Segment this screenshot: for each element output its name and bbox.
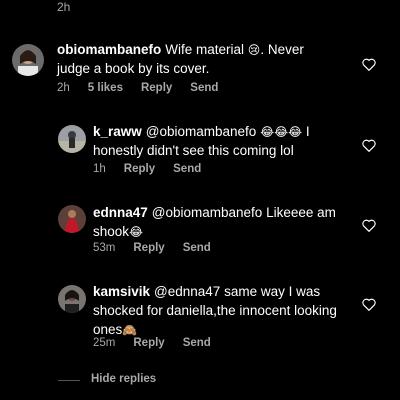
avatar[interactable] <box>58 205 86 233</box>
laughing-emoji: 😂 <box>129 225 144 239</box>
avatar[interactable] <box>58 125 86 153</box>
mention[interactable]: @obiomambanefo <box>146 124 257 139</box>
username[interactable]: obiomambanefo <box>57 42 161 57</box>
comment-text: kamsivik @ednna47 same way I was shocked … <box>93 284 337 337</box>
see-no-evil-emoji: 🙈 <box>122 323 138 337</box>
laughing-emojis: 😂😂😂 <box>260 125 303 139</box>
send-button[interactable]: Send <box>173 163 201 175</box>
username[interactable]: kamsivik <box>93 284 150 299</box>
likes-count[interactable]: 5 likes <box>88 82 123 94</box>
comment-text: k_raww @obiomambanefo 😂😂😂 I honestly didn… <box>93 124 310 158</box>
hide-replies-button[interactable]: Hide replies <box>91 373 156 385</box>
heart-icon[interactable] <box>362 58 376 71</box>
sad-emoji: 😢 <box>247 43 261 57</box>
previous-comment-timestamp: 2h <box>57 0 71 14</box>
heart-icon[interactable] <box>362 219 376 232</box>
username[interactable]: ednna47 <box>93 205 148 220</box>
hide-replies-divider <box>58 380 80 381</box>
comment-text: ednna47 @obiomambanefo Likeeee am shook😂 <box>93 205 336 239</box>
reply-button[interactable]: Reply <box>133 337 164 349</box>
comment-meta: 1h Reply Send <box>93 163 219 175</box>
comment-text: obiomambanefo Wife material 😢. Never judg… <box>57 42 304 76</box>
avatar[interactable] <box>12 44 44 76</box>
mention[interactable]: @ednna47 <box>154 284 220 299</box>
comment-time: 25m <box>93 337 116 349</box>
heart-icon[interactable] <box>362 298 376 311</box>
avatar[interactable] <box>58 285 86 313</box>
comment-meta: 25m Reply Send <box>93 337 229 349</box>
send-button[interactable]: Send <box>183 242 211 254</box>
reply-button[interactable]: Reply <box>141 82 172 94</box>
comment-time: 2h <box>57 82 70 94</box>
send-button[interactable]: Send <box>190 82 218 94</box>
comment-meta: 2h 5 likes Reply Send <box>57 82 236 94</box>
reply-button[interactable]: Reply <box>133 242 164 254</box>
heart-icon[interactable] <box>362 139 376 152</box>
comment-time: 1h <box>93 163 106 175</box>
username[interactable]: k_raww <box>93 124 142 139</box>
comment-meta: 53m Reply Send <box>93 242 229 254</box>
send-button[interactable]: Send <box>183 337 211 349</box>
reply-button[interactable]: Reply <box>124 163 155 175</box>
mention[interactable]: @obiomambanefo <box>152 205 263 220</box>
comment-time: 53m <box>93 242 116 254</box>
